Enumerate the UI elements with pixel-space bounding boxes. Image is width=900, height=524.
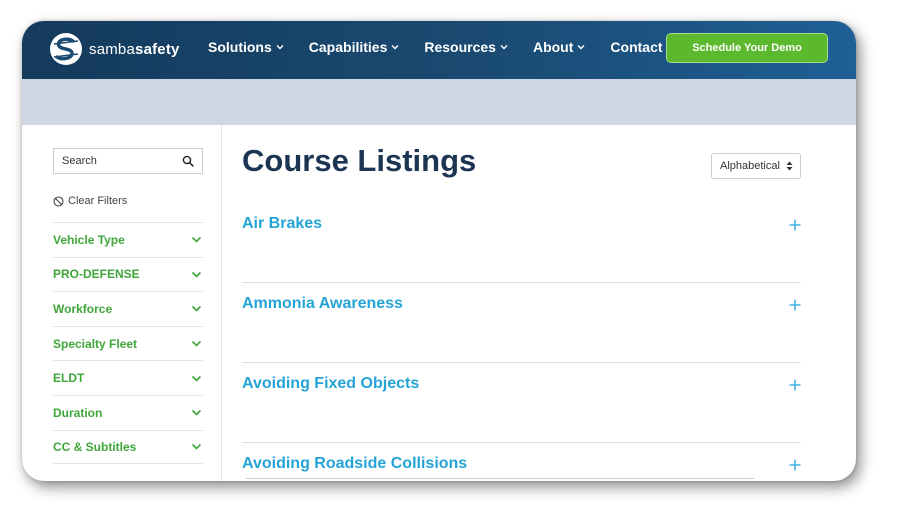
filter-duration[interactable]: Duration [53,394,203,430]
site-logo[interactable]: sambasafety [49,32,180,66]
hero-band [22,79,856,125]
course-listing-content: Course Listings Alphabetical Air Brakes … [222,125,856,481]
filter-label: Specialty Fleet [53,336,138,351]
nav-item-solutions[interactable]: Solutions [208,39,285,55]
chevron-down-icon [191,375,202,382]
nav-item-capabilities[interactable]: Capabilities [309,39,401,55]
course-title: Air Brakes [242,215,323,232]
plus-icon[interactable] [789,379,801,391]
nav-item-label: Capabilities [308,39,388,55]
chevron-down-icon [191,237,202,243]
course-item-ammonia-awareness[interactable]: Ammonia Awareness [242,283,801,363]
sort-arrows-icon [786,161,793,171]
chevron-down-icon [191,444,202,450]
search-icon[interactable] [182,155,194,167]
plus-icon[interactable] [789,299,801,311]
browser-frame: sambasafety Solutions Capabilities Resou… [22,21,856,481]
nav-item-label: About [532,39,574,55]
course-item-avoiding-fixed-objects[interactable]: Avoiding Fixed Objects [242,363,801,443]
filter-list: Vehicle Type PRO-DEFENSE Workforce Speci… [53,222,203,465]
chevron-down-icon [191,341,202,347]
samba-s-logo-icon [50,33,82,65]
main-menu: Solutions Capabilities Resources About C… [208,39,687,55]
chevron-down-icon [577,45,585,50]
nav-item-label: Resources [424,39,496,55]
course-item-avoiding-roadside-collisions[interactable]: Avoiding Roadside Collisions [242,443,801,481]
search-box [53,148,203,174]
chevron-down-icon [191,271,202,278]
no-entry-icon [53,195,64,207]
logo-wordmark-light: samba [89,40,136,58]
clear-filters-link[interactable]: Clear Filters [53,195,127,207]
search-input[interactable] [62,155,180,167]
filter-pro-defense[interactable]: PRO-DEFENSE [53,256,203,292]
filter-label: ELDT [53,371,85,386]
filter-vehicle-type[interactable]: Vehicle Type [53,222,203,257]
filter-specialty-fleet[interactable]: Specialty Fleet [53,325,203,361]
clear-filters-label: Clear Filters [68,195,128,207]
page-title: Course Listings [242,143,477,178]
top-navigation: sambasafety Solutions Capabilities Resou… [22,21,856,79]
course-title: Ammonia Awareness [242,295,403,312]
filter-eldt[interactable]: ELDT [53,360,203,395]
filter-label: Duration [53,405,103,420]
chevron-down-icon [191,410,202,416]
filter-label: Vehicle Type [53,232,125,247]
course-title: Avoiding Roadside Collisions [242,455,468,472]
chevron-down-icon [191,306,202,313]
logo-wordmark: sambasafety [89,41,180,58]
course-title: Avoiding Fixed Objects [242,375,420,392]
sort-selected-value: Alphabetical [720,160,780,172]
filter-label: Workforce [53,301,113,316]
filter-label: CC & Subtitles [53,439,137,454]
course-list: Air Brakes Ammonia Awareness Avoiding Fi… [242,203,801,481]
filter-sidebar: Clear Filters Vehicle Type PRO-DEFENSE W… [22,125,222,481]
sort-select[interactable]: Alphabetical [711,153,801,179]
nav-item-label: Solutions [208,39,272,55]
logo-wordmark-bold: safety [135,40,180,58]
nav-item-contact[interactable]: Contact [610,39,662,55]
chevron-down-icon [391,45,399,50]
chevron-down-icon [500,45,508,50]
plus-icon[interactable] [789,459,801,471]
course-item-air-brakes[interactable]: Air Brakes [242,203,801,283]
schedule-demo-button[interactable]: Schedule Your Demo [666,33,828,63]
chevron-down-icon [276,45,284,50]
plus-icon[interactable] [789,219,801,231]
filter-cc-subtitles[interactable]: CC & Subtitles [53,429,203,465]
filter-label: PRO-DEFENSE [53,267,140,282]
filter-workforce[interactable]: Workforce [53,291,203,326]
nav-item-resources[interactable]: Resources [424,39,509,55]
nav-item-about[interactable]: About [533,39,586,55]
divider [246,478,754,479]
nav-item-label: Contact [610,39,663,55]
